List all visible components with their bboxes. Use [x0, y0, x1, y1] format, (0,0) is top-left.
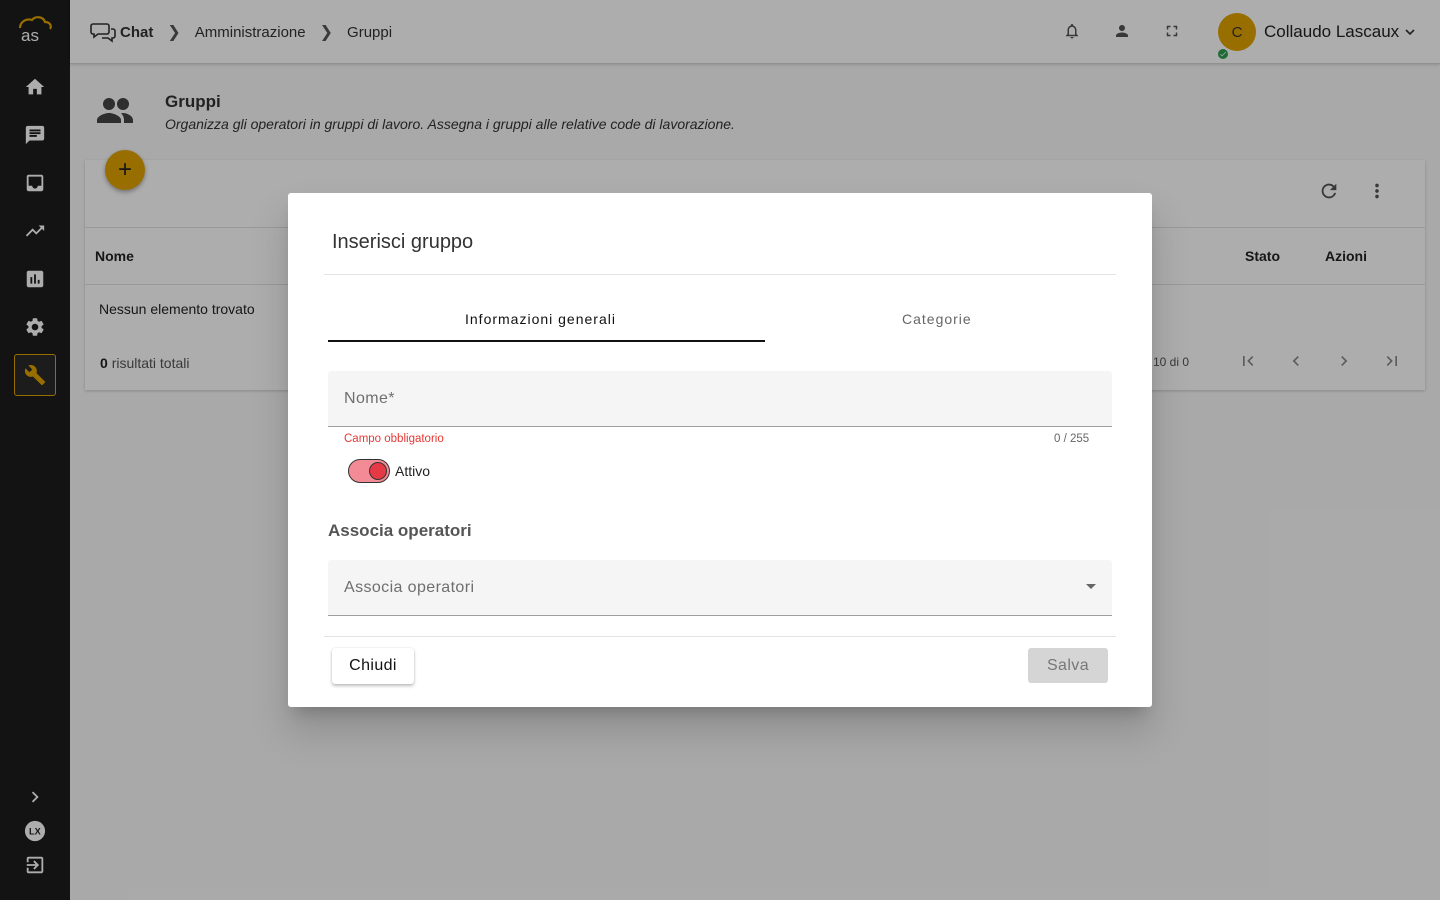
close-button[interactable]: Chiudi: [332, 648, 414, 684]
active-toggle-label: Attivo: [395, 463, 431, 479]
tab-categories[interactable]: Categorie: [902, 311, 972, 327]
name-field-error: Campo obbligatorio: [344, 433, 444, 445]
active-toggle[interactable]: [348, 459, 390, 483]
dialog-title: Inserisci gruppo: [332, 231, 474, 253]
dialog-divider: [324, 274, 1116, 275]
toggle-knob: [369, 462, 387, 480]
insert-group-dialog: Inserisci gruppo Informazioni generali C…: [288, 193, 1152, 707]
dialog-divider: [324, 636, 1116, 637]
operators-select[interactable]: Associa operatori: [328, 560, 1112, 616]
active-tab-indicator: [328, 340, 765, 342]
name-field-label: Nome*: [344, 390, 395, 407]
save-button[interactable]: Salva: [1028, 648, 1108, 683]
tab-general-info[interactable]: Informazioni generali: [465, 311, 616, 327]
operators-select-label: Associa operatori: [344, 579, 475, 596]
name-field-counter: 0 / 255: [1054, 433, 1090, 445]
name-field[interactable]: Nome*: [328, 371, 1112, 427]
operators-section-title: Associa operatori: [328, 521, 472, 540]
dropdown-arrow-icon: [1086, 584, 1096, 589]
